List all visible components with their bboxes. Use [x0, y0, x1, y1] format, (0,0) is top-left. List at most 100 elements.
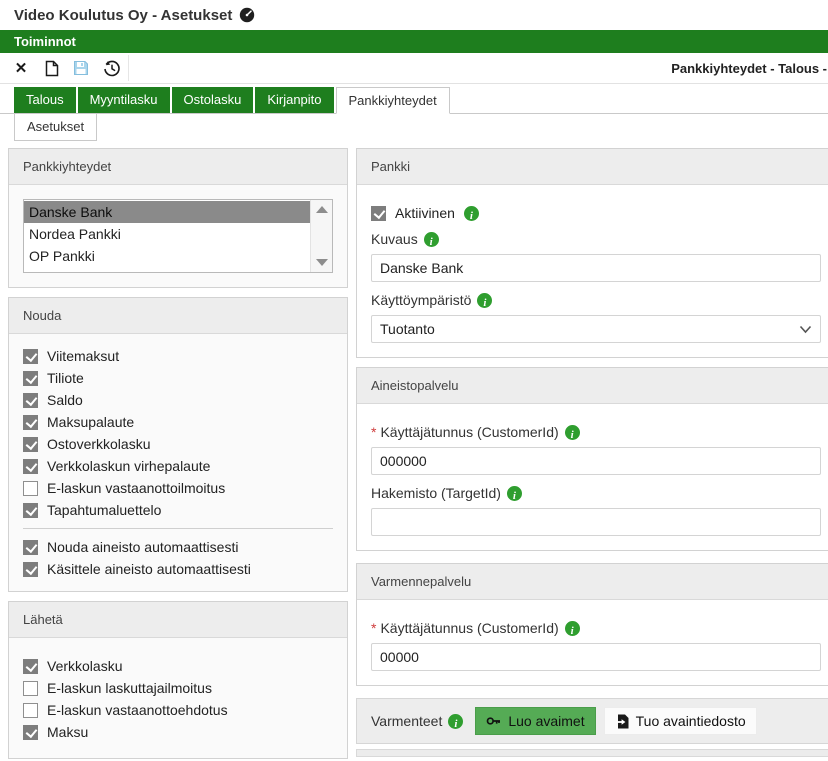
menu-toiminnot[interactable]: Toiminnot: [0, 30, 90, 53]
checkbox[interactable]: [23, 459, 38, 474]
checkbox[interactable]: [23, 703, 38, 718]
history-icon: [103, 60, 120, 77]
certificates-label-wrap: Varmenteet: [371, 713, 463, 729]
checkbox-label: Aktiivinen: [395, 205, 455, 221]
bank-connections-panel: Pankkiyhteydet Danske Bank Nordea Pankki…: [8, 148, 348, 288]
titlebar: Video Koulutus Oy - Asetukset: [0, 0, 828, 30]
checkbox-label: Tiliote: [47, 370, 84, 386]
checkbox-row-saldo[interactable]: Saldo: [23, 392, 333, 408]
tab-talous[interactable]: Talous: [14, 87, 76, 113]
label-text: Käyttöympäristö: [371, 292, 471, 308]
checkbox-row-aktiivinen[interactable]: Aktiivinen: [371, 205, 821, 221]
checkbox-row-elaskun-vastaanottoehdotus[interactable]: E-laskun vastaanottoehdotus: [23, 702, 333, 718]
tab-myyntilasku[interactable]: Myyntilasku: [78, 87, 170, 113]
scroll-up-icon[interactable]: [316, 206, 328, 213]
checkbox-label: E-laskun vastaanottoehdotus: [47, 702, 228, 718]
fetch-panel: Nouda Viitemaksut Tiliote Saldo: [8, 297, 348, 592]
checkbox[interactable]: [23, 659, 38, 674]
info-icon[interactable]: [565, 425, 580, 440]
tab-pankkiyhteydet[interactable]: Pankkiyhteydet: [336, 87, 450, 114]
send-panel: Lähetä Verkkolasku E-laskun laskuttajail…: [8, 601, 348, 759]
checkbox[interactable]: [371, 206, 386, 221]
checkbox-row-nouda-automaattisesti[interactable]: Nouda aineisto automaattisesti: [23, 539, 333, 555]
checkbox-label: Maksupalaute: [47, 414, 134, 430]
info-icon[interactable]: [464, 206, 479, 221]
checkbox[interactable]: [23, 562, 38, 577]
save-icon: [73, 60, 89, 76]
checkbox[interactable]: [23, 681, 38, 696]
info-icon[interactable]: [477, 293, 492, 308]
selected-option: Tuotanto: [380, 321, 435, 337]
checkbox[interactable]: [23, 393, 38, 408]
checkbox[interactable]: [23, 437, 38, 452]
info-icon[interactable]: [565, 621, 580, 636]
checkbox-row-elaskun-vastaanottoilmoitus[interactable]: E-laskun vastaanottoilmoitus: [23, 480, 333, 496]
checkbox-label: Saldo: [47, 392, 83, 408]
checkbox-label: Nouda aineisto automaattisesti: [47, 539, 238, 555]
context-title: Pankkiyhteydet - Talous -: [671, 61, 828, 76]
checkbox[interactable]: [23, 540, 38, 555]
label-text: Hakemisto (TargetId): [371, 485, 501, 501]
checkbox-label: Maksu: [47, 724, 88, 740]
tab-ostolasku[interactable]: Ostolasku: [172, 87, 254, 113]
info-icon[interactable]: [507, 486, 522, 501]
info-icon[interactable]: [424, 232, 439, 247]
list-item-nordea-pankki[interactable]: Nordea Pankki: [24, 223, 310, 245]
checkbox-row-elaskun-laskuttajailmoitus[interactable]: E-laskun laskuttajailmoitus: [23, 680, 333, 696]
checkbox-row-maksupalaute[interactable]: Maksupalaute: [23, 414, 333, 430]
new-document-button[interactable]: [36, 55, 66, 81]
data-service-panel: Aineistopalvelu * Käyttäjätunnus (Custom…: [356, 367, 828, 551]
chevron-down-icon: [799, 325, 812, 334]
bank-panel: Pankki Aktiivinen Kuvaus Käyttöympäristö: [356, 148, 828, 358]
import-key-file-button[interactable]: Tuo avaintiedosto: [604, 707, 757, 735]
bank-listbox[interactable]: Danske Bank Nordea Pankki OP Pankki: [23, 199, 333, 273]
checkbox[interactable]: [23, 481, 38, 496]
checkbox-row-kasittele-automaattisesti[interactable]: Käsittele aineisto automaattisesti: [23, 561, 333, 577]
checkbox-label: Ostoverkkolasku: [47, 436, 150, 452]
checkbox[interactable]: [23, 725, 38, 740]
checkbox-row-ostoverkkolasku[interactable]: Ostoverkkolasku: [23, 436, 333, 452]
checkbox-label: Viitemaksut: [47, 348, 119, 364]
next-section-strip: [356, 749, 828, 757]
list-item-op-pankki[interactable]: OP Pankki: [24, 245, 310, 267]
checkbox-row-viitemaksut[interactable]: Viitemaksut: [23, 348, 333, 364]
list-item-danske-bank[interactable]: Danske Bank: [24, 201, 310, 223]
save-button[interactable]: [66, 55, 96, 81]
certificate-customer-id-input[interactable]: [371, 643, 821, 671]
checkbox-row-tapahtumaluettelo[interactable]: Tapahtumaluettelo: [23, 502, 333, 518]
panel-body: * Käyttäjätunnus (CustomerId) Hakemisto …: [357, 404, 828, 550]
description-input[interactable]: [371, 254, 821, 282]
checkbox[interactable]: [23, 371, 38, 386]
label-text: Käyttäjätunnus (CustomerId): [380, 620, 558, 636]
tab-asetukset[interactable]: Asetukset: [14, 114, 97, 141]
checkbox-row-maksu[interactable]: Maksu: [23, 724, 333, 740]
field-label: Kuvaus: [371, 231, 821, 247]
customer-id-input[interactable]: [371, 447, 821, 475]
target-id-input[interactable]: [371, 508, 821, 536]
required-marker: *: [371, 424, 376, 440]
environment-select[interactable]: Tuotanto: [371, 315, 821, 343]
create-keys-button[interactable]: Luo avaimet: [475, 707, 595, 735]
list-scrollbar[interactable]: [310, 200, 332, 272]
window-title: Video Koulutus Oy - Asetukset: [14, 7, 232, 24]
panel-title: Pankki: [357, 149, 828, 185]
checkbox-row-tiliote[interactable]: Tiliote: [23, 370, 333, 386]
settings-window: Video Koulutus Oy - Asetukset Toiminnot …: [0, 0, 828, 761]
scroll-down-icon[interactable]: [316, 259, 328, 266]
close-button[interactable]: ✕: [6, 55, 36, 81]
import-file-icon: [615, 714, 629, 729]
checkbox-row-verkkolasku[interactable]: Verkkolasku: [23, 658, 333, 674]
checkbox[interactable]: [23, 349, 38, 364]
required-marker: *: [371, 620, 376, 636]
menubar: Toiminnot: [0, 30, 828, 53]
content: Pankkiyhteydet Danske Bank Nordea Pankki…: [8, 148, 828, 761]
info-icon[interactable]: [448, 714, 463, 729]
certificate-service-panel: Varmennepalvelu * Käyttäjätunnus (Custom…: [356, 563, 828, 686]
checkbox[interactable]: [23, 415, 38, 430]
certificates-bar: Varmenteet Luo avaimet: [356, 698, 828, 744]
history-button[interactable]: [96, 55, 126, 81]
checkbox[interactable]: [23, 503, 38, 518]
tab-kirjanpito[interactable]: Kirjanpito: [255, 87, 333, 113]
checkbox-row-verkkolaskun-virhepalaute[interactable]: Verkkolaskun virhepalaute: [23, 458, 333, 474]
panel-body: * Käyttäjätunnus (CustomerId): [357, 600, 828, 685]
